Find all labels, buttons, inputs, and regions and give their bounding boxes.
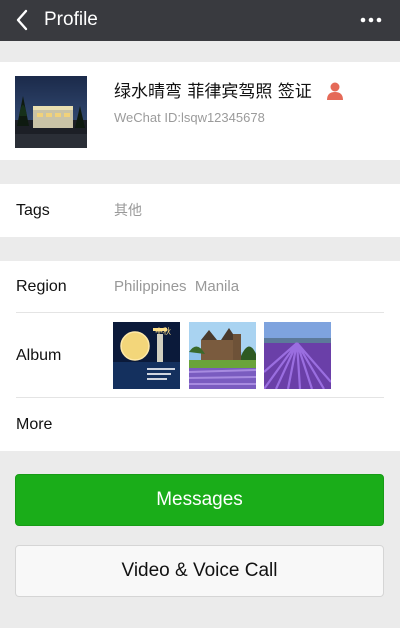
profile-card[interactable]: 绿水晴弯 菲律宾驾照 签证 WeChat ID:lsqw12345678 xyxy=(0,62,400,160)
person-icon xyxy=(327,82,343,100)
lavender-field-thumbnail xyxy=(264,322,331,389)
video-voice-call-button[interactable]: Video & Voice Call xyxy=(15,545,384,597)
divider xyxy=(16,397,384,398)
thumbnail-caption: 中秋 xyxy=(155,326,171,336)
more-dots-icon xyxy=(360,17,382,23)
album-thumbnail[interactable] xyxy=(189,322,256,389)
messages-button[interactable]: Messages xyxy=(15,474,384,526)
more-options-button[interactable] xyxy=(356,8,386,32)
region-value: Philippines Manila xyxy=(114,278,240,295)
avatar-image xyxy=(15,76,87,148)
album-thumbnail[interactable]: 中秋 xyxy=(113,322,180,389)
wechat-id: WeChat ID:lsqw12345678 xyxy=(114,110,265,125)
top-bar: Profile xyxy=(0,0,400,41)
nickname: 绿水晴弯 菲律宾驾照 签证 xyxy=(114,82,312,102)
info-card: Region Philippines Manila Album 中秋 More xyxy=(0,261,400,451)
tags-value: 其他 xyxy=(114,203,142,219)
tags-row[interactable]: Tags 其他 xyxy=(0,184,400,237)
page-title: Profile xyxy=(44,9,98,30)
chevron-left-icon xyxy=(16,9,28,31)
avatar[interactable] xyxy=(15,76,87,148)
album-thumbnail[interactable] xyxy=(264,322,331,389)
moon-poster-thumbnail: 中秋 xyxy=(113,322,180,389)
tags-label: Tags xyxy=(16,202,50,219)
back-button[interactable] xyxy=(10,5,34,35)
album-label: Album xyxy=(16,347,62,364)
more-label[interactable]: More xyxy=(16,415,52,435)
divider xyxy=(16,312,384,313)
castle-lavender-thumbnail xyxy=(189,322,256,389)
region-label: Region xyxy=(16,278,67,295)
